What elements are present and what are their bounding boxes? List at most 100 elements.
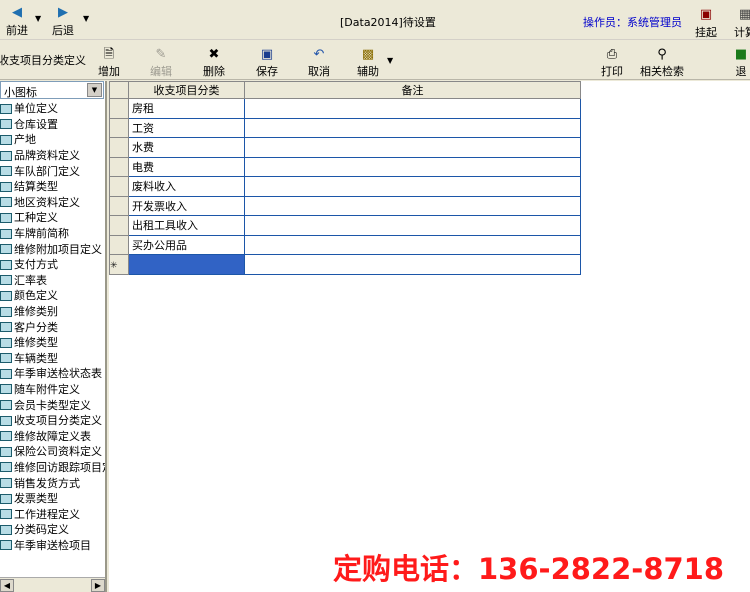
row-header[interactable]: [109, 195, 129, 216]
sidebar-item[interactable]: 年季审送检项目: [0, 538, 105, 554]
remark-cell[interactable]: [244, 254, 581, 275]
category-name-cell[interactable]: [128, 254, 245, 275]
category-name-cell[interactable]: 工资: [128, 117, 245, 138]
row-header[interactable]: [109, 234, 129, 255]
remark-cell[interactable]: [244, 215, 581, 236]
forward-arrow-icon: ◀: [12, 5, 22, 20]
row-header[interactable]: [109, 156, 129, 177]
list-item-icon: [0, 400, 12, 411]
sidebar-item[interactable]: 随车附件定义: [0, 382, 105, 398]
module-title: 收支项目分类定义: [0, 54, 86, 67]
remark-cell[interactable]: [244, 98, 581, 119]
column-header-category[interactable]: 收支项目分类: [128, 81, 245, 99]
table-row[interactable]: 出租工具收入: [109, 215, 581, 236]
category-name-cell[interactable]: 开发票收入: [128, 195, 245, 216]
remark-cell[interactable]: [244, 176, 581, 197]
add-label: 增加: [98, 65, 120, 78]
row-header-corner: [109, 81, 129, 99]
view-mode-select[interactable]: 小图标 ▼: [0, 81, 104, 99]
sidebar-item[interactable]: 颜色定义: [0, 288, 105, 304]
scroll-right-icon[interactable]: ▶: [91, 579, 105, 592]
undo-icon: ↶: [313, 47, 325, 62]
sidebar-item-label: 单位定义: [14, 102, 58, 116]
table-row[interactable]: 房租: [109, 98, 581, 119]
suspend-button[interactable]: ▣ 挂起: [691, 6, 721, 40]
sidebar-item[interactable]: 车牌前简称: [0, 226, 105, 242]
sidebar-item[interactable]: 仓库设置: [0, 117, 105, 133]
edit-button[interactable]: ✎ 编辑: [144, 46, 178, 79]
category-name-cell[interactable]: 电费: [128, 156, 245, 177]
sidebar-item[interactable]: 维修类型: [0, 335, 105, 351]
table-row[interactable]: 水费: [109, 137, 581, 158]
category-name-cell[interactable]: 废料收入: [128, 176, 245, 197]
table-row[interactable]: ✳: [109, 254, 581, 275]
sidebar-item[interactable]: 分类码定义: [0, 522, 105, 538]
add-button[interactable]: 🗎 增加: [92, 46, 126, 79]
sidebar-item[interactable]: 会员卡类型定义: [0, 397, 105, 413]
sidebar-item[interactable]: 产地: [0, 132, 105, 148]
sidebar-item[interactable]: 汇率表: [0, 273, 105, 289]
remark-cell[interactable]: [244, 234, 581, 255]
sidebar-item[interactable]: 品牌资料定义: [0, 148, 105, 164]
sidebar-item[interactable]: 保险公司资料定义: [0, 444, 105, 460]
row-header[interactable]: ✳: [109, 254, 129, 275]
sidebar-item[interactable]: 销售发货方式: [0, 475, 105, 491]
sidebar-item[interactable]: 结算类型: [0, 179, 105, 195]
exit-button[interactable]: ■ 退: [731, 46, 750, 79]
back-button[interactable]: ▶ 后退: [46, 4, 80, 38]
table-row[interactable]: 电费: [109, 156, 581, 177]
sidebar-item[interactable]: 支付方式: [0, 257, 105, 273]
sidebar-item[interactable]: 维修回访跟踪项目定义: [0, 460, 105, 476]
category-name-cell[interactable]: 买办公用品: [128, 234, 245, 255]
remark-cell[interactable]: [244, 117, 581, 138]
save-button[interactable]: ▣ 保存: [250, 46, 284, 79]
category-name-cell[interactable]: 水费: [128, 137, 245, 158]
row-header[interactable]: [109, 176, 129, 197]
table-row[interactable]: 工资: [109, 117, 581, 138]
sidebar-item[interactable]: 工作进程定义: [0, 506, 105, 522]
table-row[interactable]: 废料收入: [109, 176, 581, 197]
table-row[interactable]: 买办公用品: [109, 234, 581, 255]
sidebar-item[interactable]: 发票类型: [0, 491, 105, 507]
cancel-button[interactable]: ↶ 取消: [302, 46, 336, 79]
row-header[interactable]: [109, 215, 129, 236]
sidebar-item[interactable]: 车队部门定义: [0, 163, 105, 179]
calc-button[interactable]: ▦ 计算: [730, 6, 750, 40]
assist-button[interactable]: ▩ 辅助: [351, 46, 385, 79]
row-header[interactable]: [109, 137, 129, 158]
sidebar-item-label: 工作进程定义: [14, 507, 80, 521]
sidebar-item[interactable]: 维修故障定义表: [0, 428, 105, 444]
related-search-button[interactable]: ⚲ 相关检索: [639, 46, 685, 79]
sidebar-item[interactable]: 维修类别: [0, 304, 105, 320]
forward-button[interactable]: ◀ 前进: [0, 4, 34, 38]
category-name-cell[interactable]: 出租工具收入: [128, 215, 245, 236]
sidebar-item[interactable]: 维修附加项目定义: [0, 241, 105, 257]
category-name-cell[interactable]: 房租: [128, 98, 245, 119]
sidebar-item[interactable]: 地区资料定义: [0, 195, 105, 211]
table-row[interactable]: 开发票收入: [109, 195, 581, 216]
back-dropdown-icon[interactable]: ▼: [83, 14, 89, 23]
exit-label: 退: [735, 65, 747, 78]
forward-dropdown-icon[interactable]: ▼: [35, 14, 41, 23]
scroll-left-icon[interactable]: ◀: [0, 579, 14, 592]
sidebar-item[interactable]: 单位定义: [0, 101, 105, 117]
sidebar-item[interactable]: 年季审送检状态表: [0, 366, 105, 382]
sidebar-item-label: 分类码定义: [14, 523, 69, 537]
remark-cell[interactable]: [244, 195, 581, 216]
chevron-down-icon[interactable]: ▼: [87, 83, 102, 97]
assist-dropdown-icon[interactable]: ▼: [387, 56, 393, 65]
sidebar-item[interactable]: 客户分类: [0, 319, 105, 335]
row-header[interactable]: [109, 117, 129, 138]
sidebar-item[interactable]: 工种定义: [0, 210, 105, 226]
delete-button[interactable]: ✖ 删除: [197, 46, 231, 79]
remark-cell[interactable]: [244, 156, 581, 177]
sidebar-item[interactable]: 车辆类型: [0, 351, 105, 367]
column-header-remark[interactable]: 备注: [244, 81, 581, 99]
remark-cell[interactable]: [244, 137, 581, 158]
sidebar-item[interactable]: 收支项目分类定义: [0, 413, 105, 429]
print-button[interactable]: ⎙ 打印: [595, 46, 629, 79]
list-item-icon: [0, 462, 12, 473]
assist-icon: ▩: [361, 47, 375, 62]
sidebar-horizontal-scrollbar[interactable]: ◀ ▶: [0, 577, 105, 592]
row-header[interactable]: [109, 98, 129, 119]
